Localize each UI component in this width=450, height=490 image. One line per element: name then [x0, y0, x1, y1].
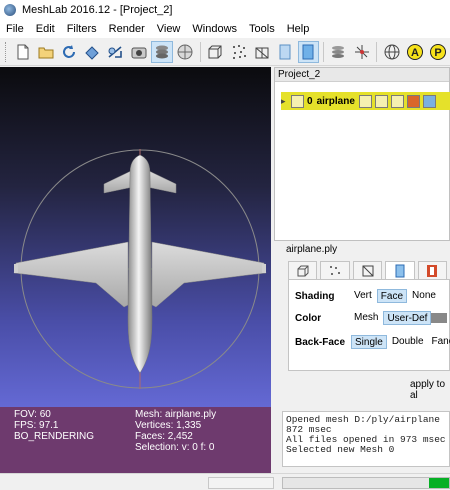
meshlab-logo-icon [4, 4, 16, 16]
open-icon[interactable] [35, 41, 56, 63]
layer-wire-icon[interactable] [374, 94, 388, 108]
menu-windows[interactable]: Windows [186, 23, 243, 35]
title-bar: MeshLab 2016.12 - [Project_2] [0, 0, 450, 20]
tab-wire-icon[interactable] [352, 261, 383, 279]
menu-bar: File Edit Filters Render View Windows To… [0, 20, 450, 38]
color-swatch-toggle[interactable] [431, 313, 448, 323]
menu-view[interactable]: View [151, 23, 187, 35]
layer-solid-icon[interactable] [390, 94, 404, 108]
status-field [208, 477, 274, 489]
properties-body: Shading Vert Face None Color Mesh User-D… [288, 279, 450, 371]
import-mesh-icon[interactable] [82, 41, 103, 63]
layer-row-airplane[interactable]: ▸ 0 airplane [281, 92, 450, 110]
menu-help[interactable]: Help [281, 23, 316, 35]
menu-render[interactable]: Render [103, 23, 151, 35]
project-header: Project_2 [275, 68, 449, 82]
backface-single-option[interactable]: Single [351, 335, 387, 349]
airplane-render [13, 149, 267, 389]
vertices-text: Vertices: 1,335 [135, 420, 202, 431]
smooth-icon[interactable] [297, 40, 319, 63]
properties-tabs [288, 261, 450, 280]
shading-label: Shading [295, 290, 335, 302]
window-title: MeshLab 2016.12 - [Project_2] [22, 4, 173, 16]
color-mesh-option[interactable]: Mesh [351, 311, 381, 325]
tab-solid-icon[interactable] [385, 261, 415, 280]
toolbar-separator [376, 41, 378, 62]
menu-file[interactable]: File [0, 23, 30, 35]
selection-text: Selection: v: 0 f: 0 [135, 442, 215, 453]
color-label: Color [295, 312, 322, 324]
tab-bbox-icon[interactable] [288, 261, 318, 279]
tab-texture-icon[interactable] [417, 261, 448, 279]
log-console[interactable]: Opened mesh D:/ply/airplane 872 msec All f… [282, 411, 450, 467]
render-properties-panel: airplane.ply Shading Vert Face None Colo… [274, 241, 450, 409]
apply-to-all-button[interactable]: apply to al [410, 379, 450, 401]
visibility-eye-icon[interactable] [291, 94, 304, 108]
backface-label: Back-Face [295, 336, 346, 348]
annotation-a-icon[interactable]: A [404, 41, 425, 63]
shading-none-option[interactable]: None [409, 289, 439, 303]
export-mesh-icon[interactable] [105, 41, 126, 63]
backface-row: Back-Face Single Double Fancy [295, 334, 450, 350]
color-row: Color Mesh User-Def [295, 310, 448, 326]
shading-face-option[interactable]: Face [376, 289, 408, 303]
reload-icon[interactable] [58, 41, 79, 63]
main-toolbar: A P [0, 38, 450, 66]
menu-edit[interactable]: Edit [30, 23, 61, 35]
bounding-box-icon[interactable] [205, 41, 226, 63]
3d-viewport[interactable] [0, 67, 271, 407]
right-wing [151, 241, 267, 308]
color-userdef-option[interactable]: User-Def [383, 311, 432, 325]
svg-text:A: A [411, 47, 419, 59]
layer-name[interactable]: airplane [317, 96, 355, 107]
progress-bar [282, 477, 450, 489]
left-tail-fin [103, 169, 134, 194]
expand-arrow-icon[interactable]: ▸ [281, 96, 291, 107]
status-bar [0, 473, 450, 490]
right-tail-fin [146, 169, 177, 194]
tab-points-icon[interactable] [320, 261, 350, 279]
shading-vert-option[interactable]: Vert [351, 289, 375, 303]
menu-filters[interactable]: Filters [61, 23, 103, 35]
fps-text: FPS: 97.1 [14, 420, 59, 431]
layer-points-icon[interactable] [358, 94, 372, 108]
layer-texture-icon[interactable] [406, 94, 420, 108]
layer-color-icon[interactable] [422, 94, 436, 108]
rendering-mode-text: BO_RENDERING [14, 431, 95, 442]
fuselage [127, 154, 153, 374]
progress-fill [429, 478, 449, 488]
toolbar-separator [322, 41, 324, 62]
new-project-icon[interactable] [12, 41, 33, 63]
faces-text: Faces: 2,452 [135, 431, 193, 442]
properties-file-name: airplane.ply [286, 244, 338, 255]
filter-p-icon[interactable]: P [428, 41, 449, 63]
layer-panel: Project_2 ▸ 0 airplane [274, 67, 450, 241]
layers-icon[interactable] [151, 40, 173, 63]
wireframe-icon[interactable] [251, 41, 272, 63]
globe-icon[interactable] [381, 41, 402, 63]
snapshot-icon[interactable] [128, 41, 149, 63]
toolbar-grip[interactable] [5, 41, 8, 62]
globe-sphere-icon[interactable] [175, 41, 196, 63]
backface-double-option[interactable]: Double [389, 335, 427, 349]
layer-index: 0 [307, 95, 313, 107]
decorate-icon[interactable] [328, 41, 349, 63]
mesh-name-text: Mesh: airplane.ply [135, 409, 217, 420]
flat-icon[interactable] [274, 41, 295, 63]
log-line: Selected new Mesh 0 [286, 444, 395, 455]
axes-icon[interactable] [351, 41, 372, 63]
viewport-info-panel: FOV: 60 FPS: 97.1 BO_RENDERING Mesh: air… [0, 407, 271, 473]
fov-text: FOV: 60 [14, 409, 51, 420]
menu-tools[interactable]: Tools [243, 23, 281, 35]
left-wing [13, 241, 129, 308]
shading-row: Shading Vert Face None [295, 288, 441, 304]
points-icon[interactable] [228, 41, 249, 63]
svg-text:P: P [435, 47, 442, 59]
backface-fancy-option[interactable]: Fancy [429, 335, 450, 349]
toolbar-separator [199, 41, 201, 62]
